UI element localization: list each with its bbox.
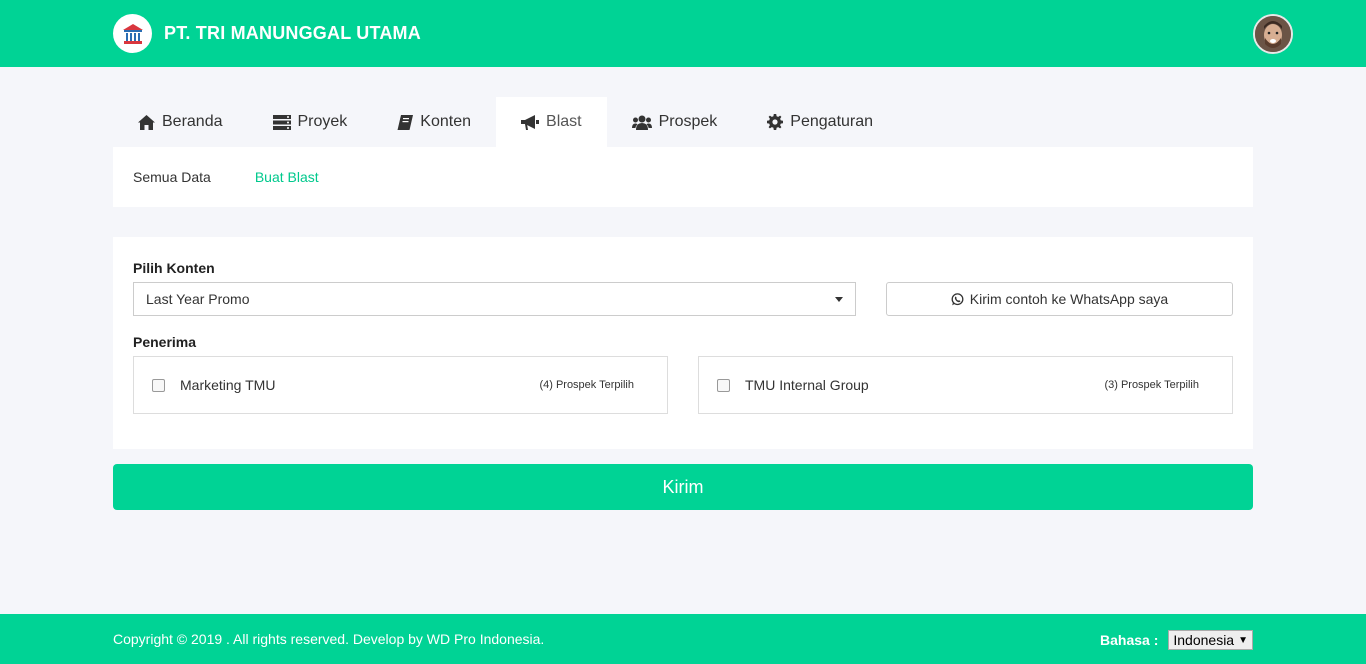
company-name: PT. TRI MANUNGGAL UTAMA: [164, 23, 421, 43]
recipient-group[interactable]: Marketing TMU (4) Prospek Terpilih: [133, 356, 668, 414]
recipient-name: TMU Internal Group: [745, 377, 869, 393]
tab-konten[interactable]: Konten: [372, 97, 496, 147]
blast-subnav: Semua Data Buat Blast: [113, 147, 1253, 207]
brand[interactable]: PT. TRI MANUNGGAL UTAMA: [113, 14, 421, 53]
chevron-down-icon: ▼: [1238, 634, 1248, 646]
recipients-label: Penerima: [133, 334, 197, 350]
bullhorn-icon: [521, 114, 540, 130]
language-switcher: Bahasa : Indonesia ▼: [1100, 630, 1253, 650]
whatsapp-button-label: Kirim contoh ke WhatsApp saya: [969, 291, 1169, 307]
tab-pengaturan[interactable]: Pengaturan: [742, 97, 898, 147]
tab-label: Blast: [546, 113, 582, 130]
tab-proyek[interactable]: Proyek: [248, 97, 373, 147]
tab-label: Prospek: [658, 113, 718, 130]
footer: Copyright © 2019 . All rights reserved. …: [0, 614, 1366, 664]
submit-button[interactable]: Kirim: [113, 464, 1253, 510]
book-icon: [397, 114, 414, 130]
home-icon: [138, 114, 155, 130]
user-avatar[interactable]: [1253, 14, 1293, 54]
content-label: Pilih Konten: [133, 260, 215, 276]
tab-label: Proyek: [297, 113, 348, 130]
main-tabs: Beranda Proyek Konten Blast Prospek Peng…: [113, 97, 898, 147]
send-whatsapp-sample-button[interactable]: Kirim contoh ke WhatsApp saya: [886, 282, 1233, 316]
gear-icon: [767, 114, 784, 130]
recipient-group[interactable]: TMU Internal Group (3) Prospek Terpilih: [698, 356, 1233, 414]
recipient-name: Marketing TMU: [180, 377, 276, 393]
tab-prospek[interactable]: Prospek: [607, 97, 743, 147]
blast-form-panel: Pilih Konten Last Year Promo Kirim conto…: [113, 237, 1253, 449]
tab-label: Konten: [420, 113, 472, 130]
language-select[interactable]: Indonesia ▼: [1168, 630, 1253, 650]
subnav-all-data[interactable]: Semua Data: [133, 169, 211, 185]
recipient-checkbox[interactable]: [152, 378, 165, 392]
chevron-down-icon: [835, 297, 843, 302]
content-select[interactable]: Last Year Promo: [133, 282, 856, 316]
tab-label: Beranda: [162, 113, 223, 130]
language-label: Bahasa :: [1100, 632, 1159, 648]
language-value: Indonesia: [1173, 632, 1235, 648]
recipient-count: (3) Prospek Terpilih: [1104, 379, 1199, 391]
tab-beranda[interactable]: Beranda: [113, 97, 248, 147]
server-icon: [272, 114, 291, 130]
users-icon: [631, 115, 652, 130]
copyright-text: Copyright © 2019 . All rights reserved. …: [113, 631, 545, 647]
content-select-value: Last Year Promo: [146, 291, 250, 307]
company-logo-icon: [113, 14, 152, 53]
top-bar: PT. TRI MANUNGGAL UTAMA: [0, 0, 1366, 67]
tab-blast[interactable]: Blast: [496, 97, 607, 147]
whatsapp-icon: [951, 292, 964, 306]
subnav-create-blast[interactable]: Buat Blast: [255, 169, 319, 185]
tab-label: Pengaturan: [790, 113, 874, 130]
recipient-count: (4) Prospek Terpilih: [539, 379, 634, 391]
recipient-checkbox[interactable]: [717, 378, 730, 392]
